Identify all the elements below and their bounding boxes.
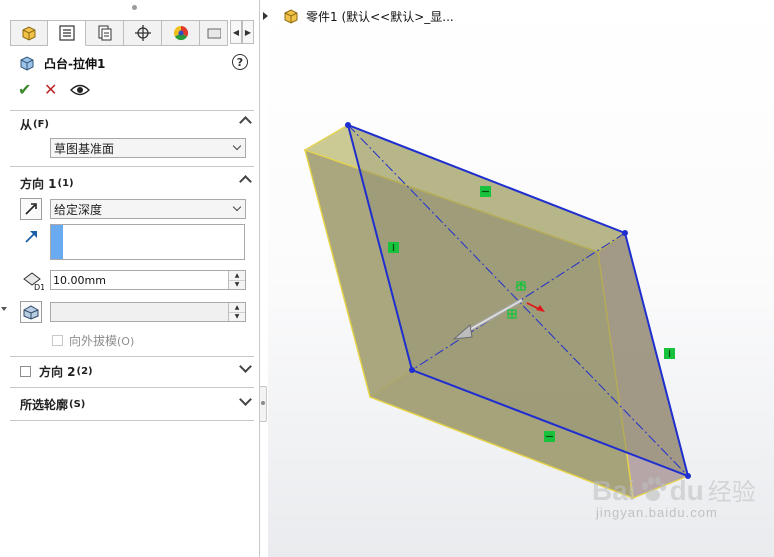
direction2-checkbox[interactable]	[20, 365, 31, 377]
reverse-direction-button[interactable]	[20, 198, 42, 220]
end-condition-value: 给定深度	[54, 202, 103, 217]
selection-indicator	[51, 225, 63, 259]
from-dropdown[interactable]: 草图基准面	[50, 138, 246, 158]
tab-scroll-left-button[interactable]: ◀	[230, 20, 242, 44]
from-section-header[interactable]: 从 (F)	[20, 115, 254, 133]
collapse-chevron-icon[interactable]	[239, 175, 252, 188]
expand-chevron-icon[interactable]	[239, 393, 252, 406]
tab-scroll-right-button[interactable]: ▶	[242, 20, 254, 44]
direction1-section-header[interactable]: 方向 1 (1)	[20, 174, 254, 192]
vertical-relation-marker[interactable]	[664, 348, 675, 359]
watermark-brand-cn: 经验	[707, 478, 756, 506]
contours-section-key: (S)	[69, 398, 86, 410]
tab-feature-manager[interactable]	[10, 20, 48, 46]
horizontal-relation-marker[interactable]	[480, 186, 491, 197]
divider	[10, 420, 254, 421]
contours-section-label: 所选轮廓	[20, 397, 69, 412]
watermark-brand: Bai	[592, 475, 636, 506]
direction-vector-icon	[25, 231, 37, 243]
cancel-x-icon[interactable]: ✕	[44, 80, 60, 99]
panel-grip-dot[interactable]	[132, 5, 137, 10]
svg-text:D1: D1	[34, 283, 44, 291]
draft-angle-input[interactable]: ▲ ▼	[50, 302, 246, 322]
draft-toggle-button[interactable]	[20, 301, 42, 323]
crosshair-icon	[134, 25, 151, 41]
horizontal-relation-marker[interactable]	[544, 431, 555, 442]
boss-extrude-icon	[20, 56, 34, 71]
tab-overflow[interactable]	[200, 20, 228, 46]
reverse-direction-icon	[25, 203, 37, 215]
color-wheel-icon	[173, 25, 188, 41]
tab-overflow-icon	[207, 28, 221, 39]
paw-logo-icon	[641, 477, 666, 501]
tab-property-manager[interactable]	[48, 20, 86, 46]
draft-outward-option[interactable]: 向外拔模(O)	[52, 332, 134, 349]
chevron-down-icon	[232, 141, 242, 151]
watermark-url: jingyan.baidu.com	[596, 505, 718, 520]
depth-dimension-icon: D1	[23, 272, 44, 291]
draft-outward-label: 向外拔模(O)	[69, 334, 135, 348]
preview-eye-icon[interactable]	[70, 83, 90, 97]
direction2-section-key: (2)	[76, 365, 93, 377]
collapse-chevron-icon[interactable]	[239, 116, 252, 129]
depth-spinner[interactable]: ▲ ▼	[228, 271, 245, 289]
spin-up-icon[interactable]: ▲	[229, 271, 245, 281]
depth-input[interactable]: 10.00mm ▲ ▼	[50, 270, 246, 290]
contours-section-header[interactable]: 所选轮廓 (S)	[20, 393, 254, 413]
chevron-down-icon	[232, 202, 242, 212]
tab-display-manager[interactable]	[162, 20, 200, 46]
help-icon[interactable]: ?	[232, 54, 248, 70]
from-dropdown-value: 草图基准面	[54, 141, 115, 156]
action-row: ✔ ✕	[18, 80, 90, 99]
divider	[10, 166, 254, 167]
divider	[10, 356, 254, 357]
direction2-section-header[interactable]: 方向 2 (2)	[20, 360, 254, 380]
spin-down-icon[interactable]: ▼	[229, 280, 245, 289]
expand-chevron-icon[interactable]	[239, 360, 252, 373]
sketch-vertex[interactable]	[622, 230, 628, 236]
draft-spinner[interactable]: ▲ ▼	[228, 303, 245, 321]
direction-reference-list[interactable]	[50, 224, 245, 260]
watermark-brand-suffix: du	[669, 475, 704, 506]
vertical-relation-marker[interactable]	[388, 242, 399, 253]
direction2-section-label: 方向 2	[39, 364, 76, 379]
tab-scroll-arrows: ◀ ▶	[230, 20, 254, 46]
sketch-vertex[interactable]	[345, 122, 351, 128]
depth-value: 10.00mm	[53, 273, 106, 287]
tab-dimxpert[interactable]	[124, 20, 162, 46]
tab-configuration-manager[interactable]	[86, 20, 124, 46]
divider	[10, 387, 254, 388]
end-condition-dropdown[interactable]: 给定深度	[50, 199, 246, 219]
panel-resize-handle[interactable]	[259, 386, 267, 422]
property-manager-panel: ◀ ▶ 凸台-拉伸1 ? ✔ ✕ 从 (F) 草图基准面 方向 1 (1) 给定…	[0, 0, 260, 557]
feature-header: 凸台-拉伸1 ?	[18, 53, 254, 73]
draft-angle-icon	[23, 305, 39, 320]
baidu-jingyan-watermark: Bai du 经验	[592, 470, 756, 507]
from-section-key: (F)	[33, 118, 49, 130]
spin-down-icon[interactable]: ▼	[229, 312, 245, 321]
sketch-vertex[interactable]	[409, 367, 415, 373]
ok-checkmark-icon[interactable]: ✔	[18, 80, 34, 99]
manager-tabbar: ◀ ▶	[10, 20, 258, 46]
property-list-icon	[58, 25, 75, 41]
direction1-section-label: 方向 1	[20, 176, 57, 191]
part-cube-icon	[22, 26, 36, 41]
configuration-icon	[98, 25, 111, 41]
panel-collapse-arrow-icon[interactable]	[1, 306, 7, 312]
feature-title: 凸台-拉伸1	[44, 56, 106, 71]
direction1-section-key: (1)	[57, 177, 74, 189]
divider	[10, 110, 254, 111]
draft-outward-checkbox[interactable]	[52, 335, 63, 346]
spin-up-icon[interactable]: ▲	[229, 303, 245, 313]
from-section-label: 从	[20, 117, 33, 132]
